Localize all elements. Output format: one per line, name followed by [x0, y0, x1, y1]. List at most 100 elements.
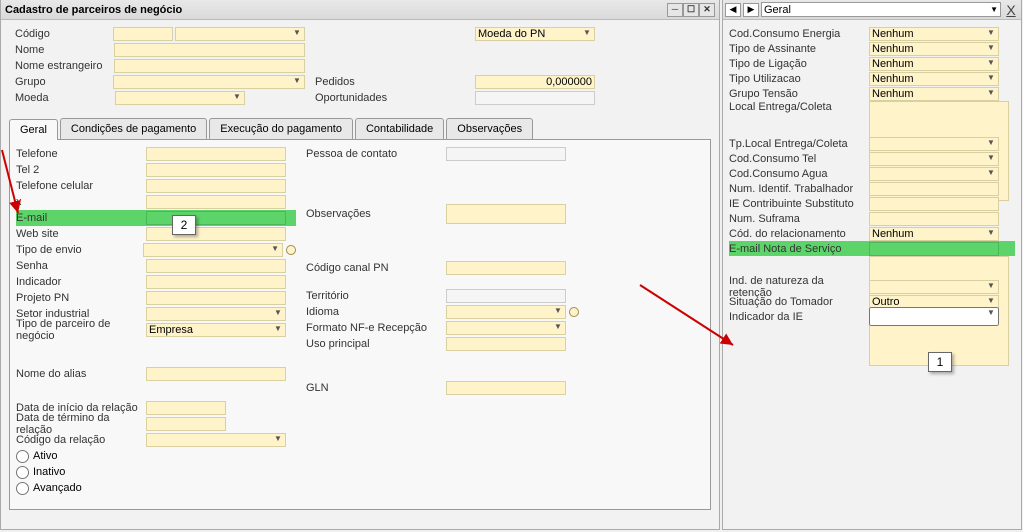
tel2-input[interactable] — [146, 163, 286, 177]
email-nota-row: E-mail Nota de Serviço — [729, 241, 1015, 256]
avancado-radio[interactable] — [16, 482, 29, 495]
side-header: ◀ ▶ Geral ▼ X — [723, 0, 1021, 20]
codigo-relacao-combo[interactable] — [146, 433, 286, 447]
ind-natureza-combo[interactable] — [869, 280, 999, 294]
tel2-label: Tel 2 — [16, 164, 146, 176]
gln-input[interactable] — [446, 381, 566, 395]
tipo-envio-label: Tipo de envio — [16, 244, 143, 256]
obs-textarea[interactable] — [446, 204, 566, 224]
define-new-icon[interactable] — [286, 245, 296, 255]
uso-input[interactable] — [446, 337, 566, 351]
gln-label: GLN — [306, 382, 446, 394]
tp-local-label: Tp.Local Entrega/Coleta — [729, 138, 869, 150]
senha-input[interactable] — [146, 259, 286, 273]
minimize-button[interactable]: ─ — [667, 3, 683, 17]
moeda-pn-combo[interactable] — [475, 27, 595, 41]
cod-tel-combo[interactable] — [869, 152, 999, 166]
website-label: Web site — [16, 228, 146, 240]
side-category-combo[interactable]: Geral ▼ — [761, 2, 1001, 17]
title-bar: Cadastro de parceiros de negócio ─ ☐ ✕ — [1, 0, 719, 20]
email-row: E-mail — [16, 210, 296, 226]
grupo-tensao-combo[interactable] — [869, 87, 999, 101]
data-inicio-input[interactable] — [146, 401, 226, 415]
codigo-label: Código — [15, 28, 113, 40]
nfe-label: Formato NF-e Recepção — [306, 322, 446, 334]
nfe-combo[interactable] — [446, 321, 566, 335]
telefone-input[interactable] — [146, 147, 286, 161]
num-suframa-label: Num. Suframa — [729, 213, 869, 225]
alias-input[interactable] — [146, 367, 286, 381]
grupo-combo[interactable] — [113, 75, 305, 89]
codigo-type-combo[interactable] — [175, 27, 305, 41]
setor-combo[interactable] — [146, 307, 286, 321]
uso-label: Uso principal — [306, 338, 446, 350]
cod-agua-combo[interactable] — [869, 167, 999, 181]
indicador-ie-combo[interactable] — [869, 307, 999, 326]
website-input[interactable] — [146, 227, 286, 241]
tipo-envio-combo[interactable] — [143, 243, 283, 257]
tipo-utilizacao-label: Tipo Utilizacao — [729, 73, 869, 85]
ie-contrib-input[interactable] — [869, 197, 999, 211]
define-new-icon[interactable] — [569, 307, 579, 317]
email-nota-input[interactable] — [869, 242, 999, 256]
tab-geral[interactable]: Geral — [9, 119, 58, 140]
moeda-label: Moeda — [15, 92, 115, 104]
nome-input[interactable] — [114, 43, 305, 57]
codigo-relacao-label: Código da relação — [16, 434, 146, 446]
nome-estrangeiro-label: Nome estrangeiro — [15, 60, 114, 72]
cod-relac-combo[interactable] — [869, 227, 999, 241]
codigo-input[interactable] — [113, 27, 173, 41]
indicador-input[interactable] — [146, 275, 286, 289]
tipo-ligacao-combo[interactable] — [869, 57, 999, 71]
situacao-tomador-label: Situação do Tomador — [729, 296, 869, 308]
tipo-utilizacao-combo[interactable] — [869, 72, 999, 86]
projeto-input[interactable] — [146, 291, 286, 305]
num-suframa-input[interactable] — [869, 212, 999, 226]
oportunidades-label: Oportunidades — [315, 92, 475, 104]
tab-observacoes[interactable]: Observações — [446, 118, 533, 139]
fax-input[interactable] — [146, 195, 286, 209]
pessoa-contato-input[interactable] — [446, 147, 566, 161]
tab-condicoes[interactable]: Condições de pagamento — [60, 118, 207, 139]
ativo-radio[interactable] — [16, 450, 29, 463]
moeda-combo[interactable] — [115, 91, 245, 105]
fax-label: x — [16, 196, 146, 208]
data-termino-input[interactable] — [146, 417, 226, 431]
inativo-label: Inativo — [33, 466, 65, 478]
nav-next-button[interactable]: ▶ — [743, 3, 759, 17]
email-nota-label: E-mail Nota de Serviço — [729, 243, 869, 255]
projeto-label: Projeto PN — [16, 292, 146, 304]
maximize-button[interactable]: ☐ — [683, 3, 699, 17]
udf-panel: ◀ ▶ Geral▼ X Cod.Consumo Energia▼ Tipo d… — [722, 0, 1022, 530]
nome-estrangeiro-input[interactable] — [114, 59, 305, 73]
grupo-tensao-label: Grupo Tensão — [729, 88, 869, 100]
tab-contabilidade[interactable]: Contabilidade — [355, 118, 444, 139]
territorio-input[interactable] — [446, 289, 566, 303]
tab-execucao[interactable]: Execução do pagamento — [209, 118, 353, 139]
celular-label: Telefone celular — [16, 180, 146, 192]
obs-label: Observações — [306, 208, 446, 220]
callout-2: 2 — [172, 215, 196, 235]
grupo-label: Grupo — [15, 76, 113, 88]
close-button[interactable]: ✕ — [699, 3, 715, 17]
chevron-down-icon: ▼ — [990, 5, 998, 14]
tipo-assinante-combo[interactable] — [869, 42, 999, 56]
tp-local-combo[interactable] — [869, 137, 999, 151]
celular-input[interactable] — [146, 179, 286, 193]
tipo-parceiro-label: Tipo de parceiro de negócio — [16, 318, 146, 342]
oportunidades-value — [475, 91, 595, 105]
inativo-radio[interactable] — [16, 466, 29, 479]
cod-energia-label: Cod.Consumo Energia — [729, 28, 869, 40]
side-combo-text: Geral — [764, 4, 791, 16]
avancado-label: Avançado — [33, 482, 82, 494]
tipo-parceiro-combo[interactable] — [146, 323, 286, 337]
canal-input[interactable] — [446, 261, 566, 275]
num-ident-label: Num. Identif. Trabalhador — [729, 183, 869, 195]
cod-energia-combo[interactable] — [869, 27, 999, 41]
idioma-combo[interactable] — [446, 305, 566, 319]
side-close-button[interactable]: X — [1003, 3, 1019, 17]
territorio-label: Território — [306, 290, 446, 302]
num-ident-input[interactable] — [869, 182, 999, 196]
email-input[interactable] — [146, 211, 286, 225]
nav-prev-button[interactable]: ◀ — [725, 3, 741, 17]
